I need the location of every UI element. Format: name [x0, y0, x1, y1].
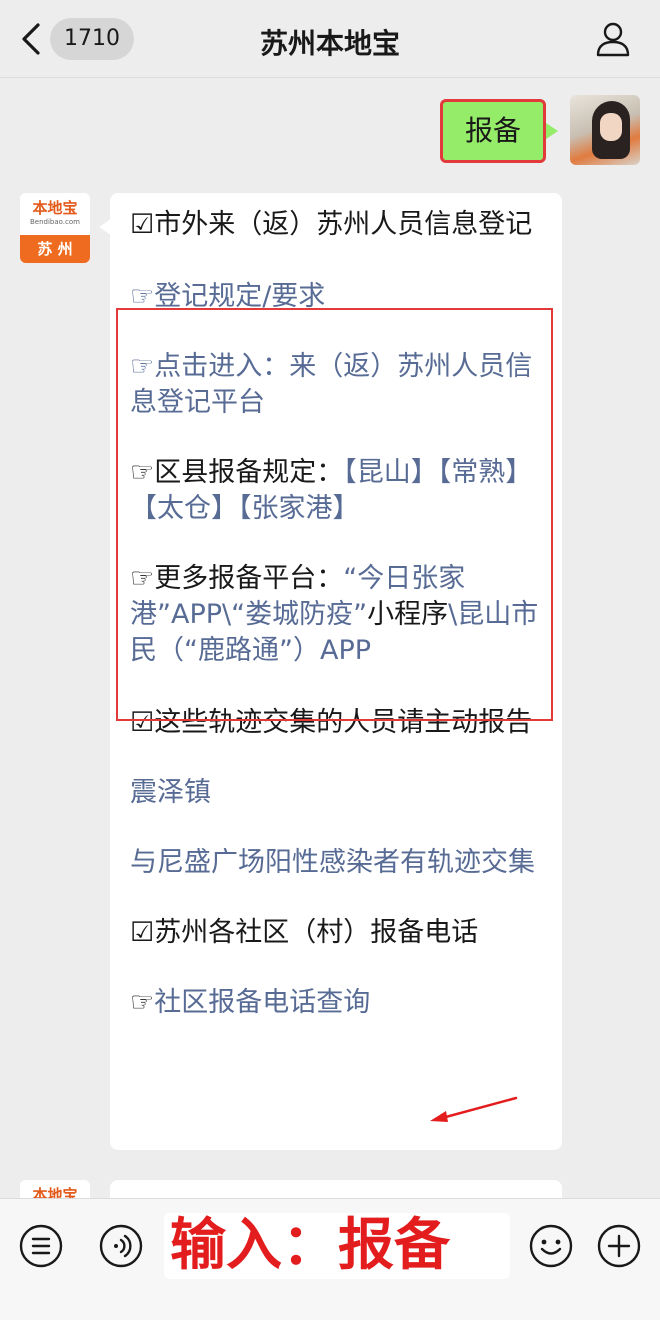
- plus-more-icon[interactable]: [596, 1223, 642, 1269]
- user-avatar[interactable]: [570, 95, 640, 165]
- avatar-face: [600, 113, 622, 141]
- link-nisheng-plaza[interactable]: 与尼盛广场阳性感染者有轨迹交集: [130, 845, 542, 881]
- bot-avatar[interactable]: 本地宝 Bendibao.com 苏 州: [20, 193, 90, 263]
- link-community-phone-query[interactable]: 社区报备电话查询: [154, 987, 370, 1018]
- outgoing-message-row: 报备: [439, 95, 640, 165]
- bot-avatar-logo: 本地宝 Bendibao.com: [20, 193, 90, 235]
- page-title: 苏州本地宝: [259, 27, 400, 60]
- input-bar: 输入：报备: [0, 1198, 660, 1320]
- bot-avatar-city: 苏 州: [20, 235, 90, 263]
- user-profile-icon[interactable]: [594, 20, 632, 58]
- emoji-icon[interactable]: [528, 1223, 574, 1269]
- community-phone-line: ☞社区报备电话查询: [130, 985, 542, 1021]
- outgoing-message-text: 报备: [439, 99, 546, 163]
- highlight-box: [116, 308, 553, 721]
- section-title-registration: ☑市外来（返）苏州人员信息登记: [130, 209, 533, 240]
- chat-header: 1710 苏州本地宝: [0, 0, 660, 78]
- section-title-community-phone: ☑苏州各社区（村）报备电话: [130, 917, 479, 948]
- voice-input-icon[interactable]: [98, 1223, 144, 1269]
- link-zhenze[interactable]: 震泽镇: [130, 775, 542, 811]
- bot-avatar-url-text: Bendibao.com: [29, 218, 80, 226]
- message-input[interactable]: 输入：报备: [164, 1213, 510, 1279]
- community-phone-prefix: ☞: [130, 987, 155, 1018]
- menu-list-icon[interactable]: [18, 1223, 64, 1269]
- bot-avatar-top-text: 本地宝: [32, 199, 78, 217]
- outgoing-bubble[interactable]: 报备: [439, 99, 559, 163]
- incoming-message-bubble: ☑市外来（返）苏州人员信息登记 ☞登记规定/要求 ☞点击进入：来（返）苏州人员信…: [99, 193, 562, 1150]
- annotation-arrow-icon: [430, 1096, 518, 1122]
